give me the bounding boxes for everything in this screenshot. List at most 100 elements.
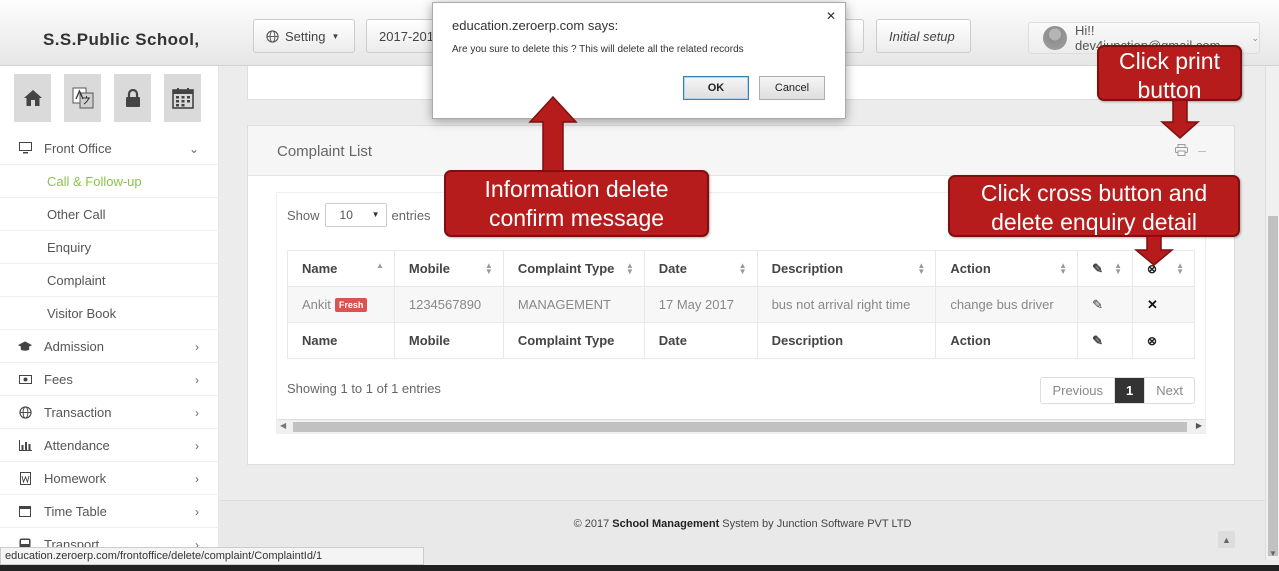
sidebar-item-other-call[interactable]: Other Call — [0, 198, 219, 231]
column-header-mobile[interactable]: Mobile ▲ ▼ — [393, 250, 504, 287]
footer-date: Date — [643, 322, 758, 359]
cell-date: 17 May 2017 — [643, 286, 758, 323]
sidebar-item-label: Time Table — [44, 503, 107, 519]
lock-icon[interactable] — [114, 74, 151, 122]
sidebar-item-attendance[interactable]: Attendance › — [0, 429, 219, 462]
arrow-up-icon — [528, 96, 578, 172]
cell-mobile: 1234567890 — [393, 286, 504, 323]
setting-label: Setting — [285, 28, 326, 44]
previous-button[interactable]: Previous — [1041, 378, 1114, 403]
complaint-table: Name ▲ Mobile ▲ ▼ Complaint Type ▲ ▼ Date ▲ ▼ D… — [287, 250, 1195, 359]
scroll-right-icon[interactable]: ▶ — [1196, 421, 1202, 430]
chevron-right-icon: › — [195, 439, 199, 453]
translate-icon[interactable] — [64, 74, 101, 122]
sidebar-item-time-table[interactable]: Time Table › — [0, 495, 219, 528]
chevron-right-icon: › — [195, 340, 199, 354]
chevron-right-icon: › — [195, 505, 199, 519]
sidebar-item-label: Visitor Book — [47, 305, 117, 321]
close-icon: ✕ — [1147, 296, 1158, 312]
sort-icon: ▲ ▼ — [484, 261, 493, 276]
sidebar-item-homework[interactable]: Homework › — [0, 462, 219, 495]
page-1-button[interactable]: 1 — [1114, 378, 1145, 403]
arrow-down-icon — [1134, 236, 1174, 266]
column-header-date[interactable]: Date ▲ ▼ — [643, 250, 758, 287]
print-icon[interactable] — [1175, 144, 1188, 159]
sidebar-item-label: Enquiry — [47, 239, 92, 255]
chevron-right-icon: › — [195, 373, 199, 387]
avatar — [1043, 26, 1067, 50]
vertical-scrollbar[interactable]: ▼ — [1265, 66, 1279, 560]
money-icon — [18, 374, 32, 384]
cell-action: change bus driver — [935, 286, 1079, 323]
scroll-top-button[interactable]: ▲ — [1218, 531, 1235, 548]
next-button[interactable]: Next — [1144, 378, 1194, 403]
scroll-down-icon[interactable]: ▼ — [1269, 549, 1277, 558]
word-file-icon — [18, 471, 32, 485]
column-label: Description — [771, 261, 844, 276]
minimize-icon[interactable]: – — [1198, 142, 1206, 158]
sidebar-item-transaction[interactable]: Transaction › — [0, 396, 219, 429]
sidebar-item-visitor-book[interactable]: Visitor Book — [0, 297, 219, 330]
setting-button[interactable]: Setting ▼ — [253, 19, 355, 53]
cancel-button[interactable]: Cancel — [759, 76, 825, 100]
calendar-icon[interactable] — [164, 74, 201, 122]
sidebar-item-complaint[interactable]: Complaint — [0, 264, 219, 297]
sidebar-item-admission[interactable]: Admission › — [0, 330, 219, 363]
close-icon[interactable]: ✕ — [826, 9, 836, 23]
dialog-message: Are you sure to delete this ? This will … — [452, 44, 744, 55]
show-label: Show — [287, 207, 320, 223]
sort-icon: ▲ ▼ — [738, 261, 747, 276]
session-button-edge[interactable] — [845, 19, 864, 53]
column-header-action[interactable]: Action ▲ ▼ — [935, 250, 1079, 287]
column-label: Action — [950, 261, 991, 276]
chevron-up-icon: ▲ — [1222, 534, 1231, 545]
sort-asc-icon: ▲ — [375, 261, 384, 270]
callout-text: delete enquiry detail — [991, 209, 1197, 235]
column-header-description[interactable]: Description ▲ ▼ — [756, 250, 937, 287]
scrollbar-thumb[interactable] — [1268, 216, 1278, 556]
status-badge: Fresh — [334, 298, 368, 313]
edit-button[interactable]: ✎ — [1077, 286, 1134, 323]
table-header-row: Name ▲ Mobile ▲ ▼ Complaint Type ▲ ▼ Date ▲ ▼ D… — [287, 250, 1195, 287]
callout-text: confirm message — [488, 205, 665, 231]
column-header-complaint-type[interactable]: Complaint Type ▲ ▼ — [502, 250, 645, 287]
footer-bold: School Management — [612, 518, 720, 530]
chevron-down-icon: ⌄ — [1251, 32, 1259, 43]
initial-setup-button[interactable]: Initial setup — [876, 19, 971, 53]
edit-icon: ✎ — [1092, 332, 1103, 348]
edit-icon: ✎ — [1092, 260, 1103, 276]
sidebar-item-label: Admission — [44, 338, 104, 354]
sidebar-item-front-office[interactable]: Front Office ⌄ — [0, 132, 219, 165]
cell-complaint-type: MANAGEMENT — [502, 286, 645, 323]
sidebar-item-label: Front Office — [44, 140, 112, 156]
circle-x-icon: ⊗ — [1147, 334, 1158, 348]
column-header-name[interactable]: Name ▲ — [287, 250, 395, 287]
caret-down-icon: ▼ — [331, 31, 340, 41]
horizontal-scrollbar[interactable]: ◀ ▶ — [277, 419, 1205, 433]
calendar-small-icon — [18, 505, 32, 517]
sidebar-item-fees[interactable]: Fees › — [0, 363, 219, 396]
chevron-right-icon: › — [195, 406, 199, 420]
name-text: Ankit — [302, 296, 331, 312]
home-icon[interactable] — [14, 74, 51, 122]
panel-header: Complaint List – — [248, 126, 1234, 176]
scrollbar-thumb[interactable] — [293, 422, 1187, 432]
sidebar-item-label: Homework — [44, 470, 107, 486]
session-year-button[interactable]: 2017-2018 — [366, 19, 434, 53]
taskbar — [0, 565, 1279, 571]
status-bar-url: education.zeroerp.com/frontoffice/delete… — [0, 547, 424, 565]
sort-icon: ▲ ▼ — [1114, 261, 1123, 276]
delete-button[interactable]: ✕ — [1132, 286, 1195, 323]
footer-delete: ⊗ — [1132, 322, 1195, 359]
session-year-label: 2017-2018 — [379, 28, 434, 44]
sidebar-item-enquiry[interactable]: Enquiry — [0, 231, 219, 264]
entries-select[interactable]: 10 — [324, 203, 387, 227]
dialog-title: education.zeroerp.com says: — [452, 18, 619, 33]
column-label: Mobile — [408, 261, 451, 276]
footer-edit: ✎ — [1077, 322, 1134, 359]
column-header-edit[interactable]: ✎ ▲ ▼ — [1077, 250, 1134, 287]
sidebar-item-call-follow-up[interactable]: Call & Follow-up — [0, 165, 219, 198]
ok-button[interactable]: OK — [683, 76, 749, 100]
scroll-left-icon[interactable]: ◀ — [280, 421, 286, 430]
sidebar-item-label: Fees — [44, 371, 73, 387]
